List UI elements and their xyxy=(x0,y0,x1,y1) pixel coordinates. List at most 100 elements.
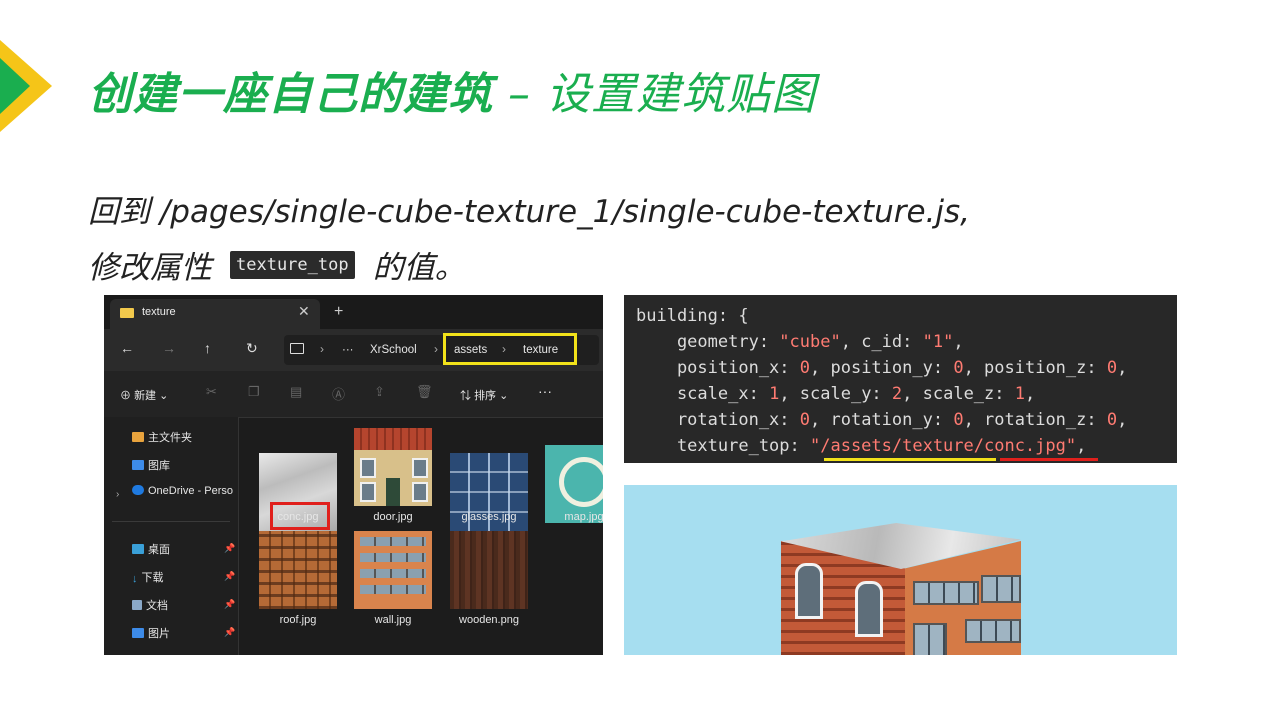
file-thumbnail-wall[interactable] xyxy=(354,531,432,609)
code-line: rotation_x: 0, rotation_y: 0, rotation_z… xyxy=(636,407,1177,433)
code-token: , xyxy=(1117,358,1128,378)
code-number: 1 xyxy=(1014,384,1025,404)
chevron-right-icon: › xyxy=(320,342,324,356)
code-token: , rotation_y: xyxy=(810,410,954,430)
desc-prefix: 修改属性 xyxy=(88,250,212,286)
share-icon[interactable]: ⇪ xyxy=(374,384,385,400)
picture-icon xyxy=(132,628,144,638)
code-token: scale_x: xyxy=(636,384,770,404)
cloud-icon xyxy=(132,485,144,495)
code-token: building: { xyxy=(636,306,749,326)
file-name[interactable]: roof.jpg xyxy=(253,614,343,626)
up-arrow-icon[interactable]: ↑ xyxy=(204,340,211,356)
chevron-right-icon[interactable]: › xyxy=(116,489,119,500)
code-line: position_x: 0, position_y: 0, position_z… xyxy=(636,355,1177,381)
sidebar-label: 主文件夹 xyxy=(148,432,192,444)
code-snippet: building: { geometry: "cube", c_id: "1",… xyxy=(624,295,1177,463)
code-token: , rotation_z: xyxy=(963,410,1107,430)
code-token: , position_z: xyxy=(963,358,1107,378)
code-line: texture_top: "/assets/texture/conc.jpg", xyxy=(636,433,1177,459)
sidebar-item-downloads[interactable]: ↓ 下载 xyxy=(132,569,164,585)
sidebar-label: 文档 xyxy=(146,600,168,612)
new-label: 新建 xyxy=(134,390,157,402)
code-token: , scale_z: xyxy=(902,384,1015,404)
copy-icon[interactable]: ❐ xyxy=(248,384,260,400)
code-line: geometry: "cube", c_id: "1", xyxy=(636,329,1177,355)
chevron-inner-icon xyxy=(0,58,30,114)
new-tab-button[interactable]: + xyxy=(334,303,343,321)
tab-bar: texture ✕ + xyxy=(104,295,603,329)
file-explorer-window: texture ✕ + ← → ↑ ↻ › ··· XrSchool › ass… xyxy=(104,295,603,655)
file-thumbnail-wooden[interactable] xyxy=(450,531,528,609)
sidebar-item-documents[interactable]: 文档 xyxy=(132,597,168,613)
breadcrumb-xrschool[interactable]: XrSchool xyxy=(370,344,417,356)
pin-icon[interactable]: 📌 xyxy=(224,599,235,610)
desktop-icon xyxy=(132,544,144,554)
sidebar-label: 下载 xyxy=(141,572,164,584)
code-number: 0 xyxy=(953,410,964,430)
sidebar-item-onedrive[interactable]: OneDrive - Perso xyxy=(132,485,233,497)
sidebar-label: 图库 xyxy=(148,460,170,472)
sidebar-label: 桌面 xyxy=(148,544,170,556)
rename-icon[interactable]: Ⓐ xyxy=(332,384,345,403)
title-main: 创建一座自己的建筑 xyxy=(88,69,493,120)
refresh-icon[interactable]: ↻ xyxy=(246,340,258,357)
file-name[interactable]: map.jpg xyxy=(539,511,603,523)
code-string: "1" xyxy=(922,332,954,352)
delete-icon[interactable]: 🗑 xyxy=(416,384,433,400)
pin-icon[interactable]: 📌 xyxy=(224,627,235,638)
code-number: 0 xyxy=(1106,358,1118,378)
paste-icon[interactable]: ▤ xyxy=(290,384,302,400)
inline-code-texture-top: texture_top xyxy=(230,250,355,279)
sidebar-item-home[interactable]: 主文件夹 xyxy=(132,429,192,445)
file-name[interactable]: wall.jpg xyxy=(348,614,438,626)
code-line: building: { xyxy=(636,303,1177,329)
code-token: , xyxy=(1117,410,1128,430)
code-number: 0 xyxy=(1106,410,1118,430)
divider xyxy=(112,521,230,522)
pin-icon[interactable]: 📌 xyxy=(224,543,235,554)
back-arrow-icon[interactable]: ← xyxy=(120,340,134,356)
sidebar-item-desktop[interactable]: 桌面 xyxy=(132,541,170,557)
file-name[interactable]: wooden.png xyxy=(444,614,534,626)
pin-icon[interactable]: 📌 xyxy=(224,571,235,582)
breadcrumb-more[interactable]: ··· xyxy=(342,344,354,356)
new-button[interactable]: ⊕ 新建 ⌄ xyxy=(120,387,168,403)
underline-yellow xyxy=(824,458,996,461)
code-number: 0 xyxy=(953,358,964,378)
code-number: 1 xyxy=(769,384,780,404)
sidebar-label: 图片 xyxy=(148,628,170,640)
code-token: position_x: xyxy=(636,358,800,378)
description-line-1: 回到 /pages/single-cube-texture_1/single-c… xyxy=(88,194,971,230)
code-number: 2 xyxy=(891,384,903,404)
code-number: 0 xyxy=(799,410,811,430)
forward-arrow-icon[interactable]: → xyxy=(162,340,176,356)
sidebar-item-pictures[interactable]: 图片 xyxy=(132,625,170,641)
tab-texture[interactable]: texture ✕ xyxy=(110,299,320,329)
navigation-pane: 主文件夹 图库 › OneDrive - Perso 桌面 📌 ↓ 下载 📌 文档… xyxy=(104,417,239,655)
file-thumbnail-roof[interactable] xyxy=(259,531,337,609)
file-name[interactable]: glasses.jpg xyxy=(444,511,534,523)
code-token: geometry: xyxy=(636,332,780,352)
code-token: texture_top: xyxy=(636,436,810,456)
underline-red xyxy=(1000,458,1098,461)
code-line: scale_x: 1, scale_y: 2, scale_z: 1, xyxy=(636,381,1177,407)
code-token: rotation_x: xyxy=(636,410,800,430)
desc-suffix: 的值。 xyxy=(372,250,466,286)
code-token: , c_id: xyxy=(840,332,923,352)
highlight-yellow-box xyxy=(443,333,577,365)
code-token: , xyxy=(1025,384,1036,404)
more-options-button[interactable]: ··· xyxy=(538,383,552,399)
folder-icon xyxy=(120,308,134,318)
close-icon[interactable]: ✕ xyxy=(298,303,310,320)
code-token: , xyxy=(1076,436,1087,456)
description-line-2: 修改属性 texture_top 的值。 xyxy=(88,242,466,287)
code-token: , scale_y: xyxy=(779,384,892,404)
cut-icon[interactable]: ✂ xyxy=(206,384,217,400)
sort-button[interactable]: ⇅ 排序 ⌄ xyxy=(460,387,508,403)
code-string: "cube" xyxy=(779,332,841,352)
sidebar-item-gallery[interactable]: 图库 xyxy=(132,457,170,473)
tab-title: texture xyxy=(142,306,176,318)
file-name[interactable]: door.jpg xyxy=(348,511,438,523)
file-thumbnail-door[interactable] xyxy=(354,428,432,506)
